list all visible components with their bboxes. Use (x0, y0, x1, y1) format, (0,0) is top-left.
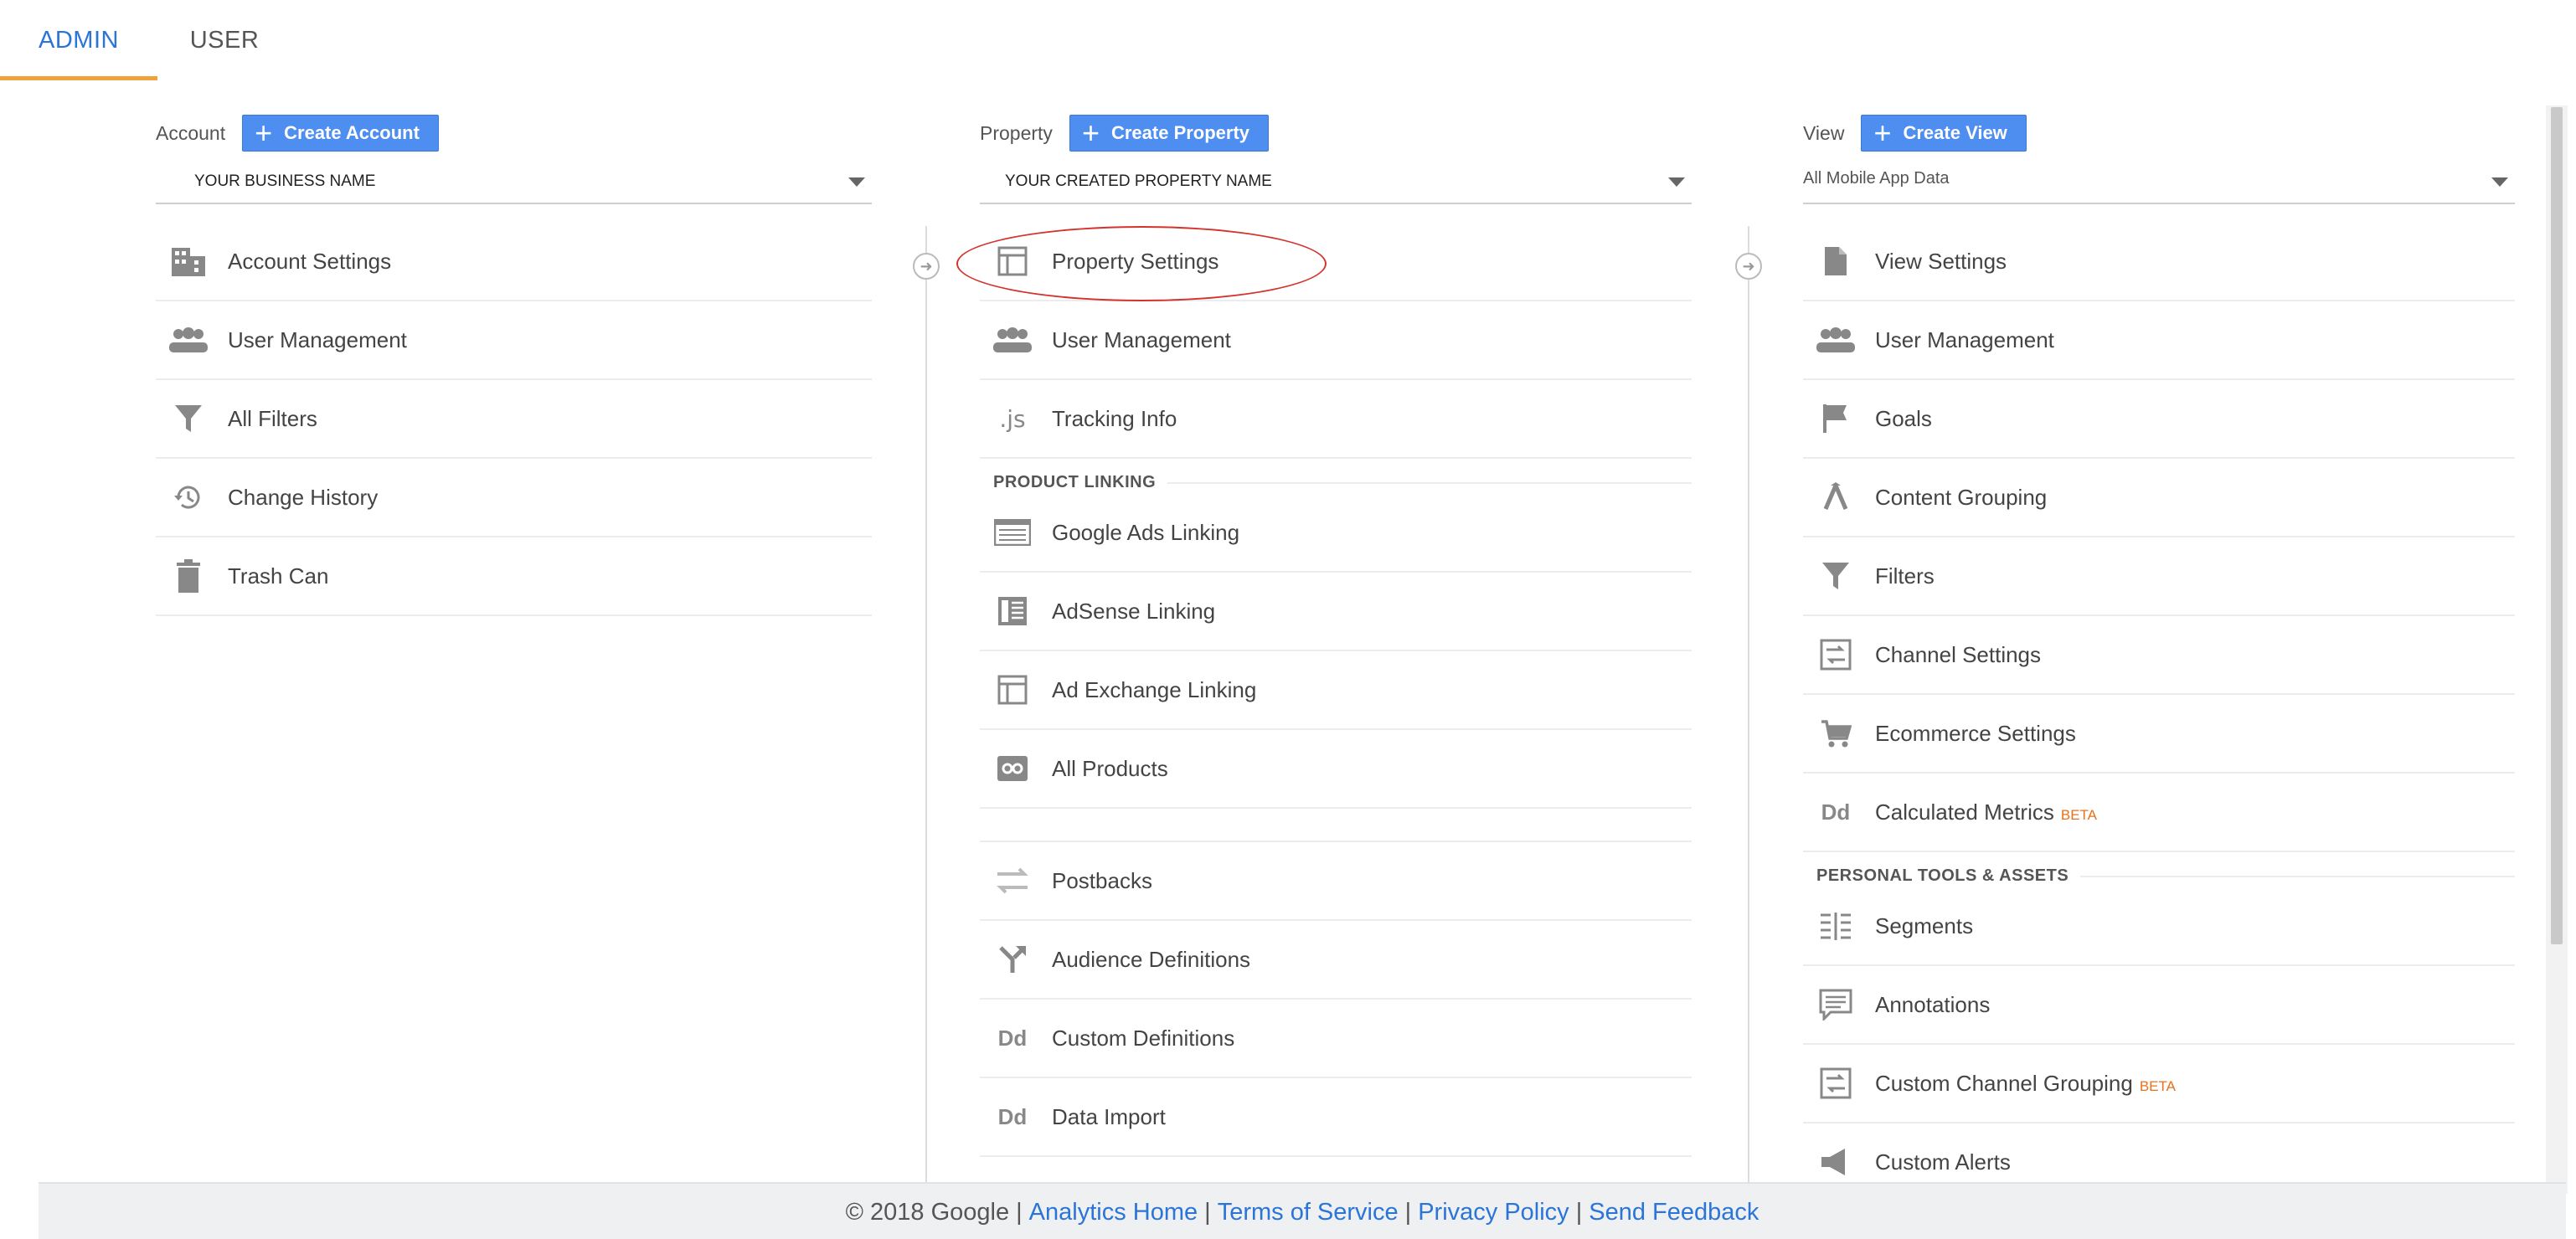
footer-link-privacy[interactable]: Privacy Policy (1418, 1199, 1569, 1226)
section-spacer (980, 809, 1692, 842)
account-column: Account + Create Account YOUR BUSINESS N… (156, 114, 872, 616)
dd-icon: Dd (997, 1025, 1028, 1051)
filter-icon (169, 399, 208, 438)
arrow-right-icon: ➜ (913, 253, 940, 280)
footer: © 2018 Google | Analytics Home | Terms of Se… (39, 1182, 2566, 1239)
create-account-button[interactable]: + Create Account (242, 115, 439, 152)
trash-icon (169, 557, 208, 595)
people-icon (993, 321, 1032, 359)
footer-link-analytics-home[interactable]: Analytics Home (1029, 1199, 1198, 1226)
footer-link-terms[interactable]: Terms of Service (1218, 1199, 1399, 1226)
people-icon (169, 321, 208, 359)
fork-icon (993, 940, 1032, 979)
dd-icon: Dd (997, 1103, 1028, 1129)
account-label: Account (156, 121, 226, 144)
menu-item-change-history[interactable]: Change History (156, 459, 872, 537)
link-icon (993, 749, 1032, 788)
view-label: View (1803, 121, 1845, 144)
beta-badge: BETA (2139, 1077, 2176, 1094)
property-selector[interactable]: YOUR CREATED PROPERTY NAME (980, 164, 1692, 204)
view-selected: All Mobile App Data (1803, 169, 1950, 188)
plus-icon: + (1873, 116, 1892, 150)
menu-item-user-management[interactable]: User Management (1803, 301, 2515, 380)
menu-item-segments[interactable]: Segments (1803, 887, 2515, 966)
footer-copyright: © 2018 Google (845, 1199, 1010, 1226)
caret-down-icon (1668, 177, 1685, 187)
menu-item-channel-settings[interactable]: Channel Settings (1803, 616, 2515, 695)
section-product-linking: PRODUCT LINKING (980, 459, 1692, 494)
menu-item-all-products[interactable]: All Products (980, 730, 1692, 809)
menu-item-goals[interactable]: Goals (1803, 380, 2515, 459)
plus-icon: + (1081, 116, 1100, 150)
tab-admin[interactable]: ADMIN (0, 0, 157, 80)
menu-item-tracking-info[interactable]: .js Tracking Info (980, 380, 1692, 459)
menu-item-custom-channel-grouping[interactable]: Custom Channel Grouping BETA (1803, 1045, 2515, 1123)
beta-badge: BETA (2060, 806, 2097, 823)
caret-down-icon (848, 177, 865, 187)
adsense-icon (993, 592, 1032, 630)
cart-icon (1816, 714, 1855, 753)
create-view-button[interactable]: + Create View (1861, 115, 2027, 152)
view-selector[interactable]: All Mobile App Data (1803, 164, 2515, 204)
swap-icon (993, 861, 1032, 900)
menu-item-ad-exchange-linking[interactable]: Ad Exchange Linking (980, 651, 1692, 730)
menu-item-trash-can[interactable]: Trash Can (156, 537, 872, 616)
property-selected: YOUR CREATED PROPERTY NAME (1005, 172, 1272, 190)
comment-icon (1816, 985, 1855, 1024)
file-icon (1816, 242, 1855, 280)
menu-item-all-filters[interactable]: All Filters (156, 380, 872, 459)
dd-icon: Dd (1821, 799, 1851, 825)
caret-down-icon (2491, 177, 2508, 187)
menu-item-user-management[interactable]: User Management (980, 301, 1692, 380)
menu-item-content-grouping[interactable]: Content Grouping (1803, 459, 2515, 537)
menu-item-view-settings[interactable]: View Settings (1803, 223, 2515, 301)
tab-user[interactable]: USER (157, 0, 291, 80)
plus-icon: + (255, 116, 273, 150)
account-selector[interactable]: YOUR BUSINESS NAME (156, 164, 872, 204)
history-icon (169, 478, 208, 517)
filter-icon (1816, 557, 1855, 595)
channel-icon (1816, 635, 1855, 674)
flag-icon (1816, 399, 1855, 438)
menu-item-custom-definitions[interactable]: Dd Custom Definitions (980, 1000, 1692, 1078)
highlight-ellipse (956, 226, 1327, 301)
adx-icon (993, 671, 1032, 709)
create-property-button[interactable]: + Create Property (1069, 115, 1270, 152)
menu-item-google-ads-linking[interactable]: Google Ads Linking (980, 494, 1692, 573)
admin-tabs: ADMIN USER (0, 0, 2576, 80)
menu-item-account-settings[interactable]: Account Settings (156, 223, 872, 301)
menu-item-filters[interactable]: Filters (1803, 537, 2515, 616)
section-personal-tools: PERSONAL TOOLS & ASSETS (1803, 852, 2515, 887)
scrollbar-thumb[interactable] (2551, 107, 2563, 944)
menu-item-postbacks[interactable]: Postbacks (980, 842, 1692, 921)
arrow-right-icon: ➜ (1735, 253, 1762, 280)
footer-link-feedback[interactable]: Send Feedback (1589, 1199, 1759, 1226)
menu-item-adsense-linking[interactable]: AdSense Linking (980, 573, 1692, 651)
menu-item-data-import[interactable]: Dd Data Import (980, 1078, 1692, 1157)
js-icon: .js (999, 404, 1026, 433)
menu-item-ecommerce-settings[interactable]: Ecommerce Settings (1803, 695, 2515, 774)
column-divider (1748, 226, 1749, 1197)
menu-item-annotations[interactable]: Annotations (1803, 966, 2515, 1045)
view-column: View + Create View All Mobile App Data V… (1803, 114, 2515, 1202)
column-divider (925, 226, 927, 1197)
account-selected: YOUR BUSINESS NAME (194, 172, 376, 190)
channel-icon (1816, 1064, 1855, 1103)
ads-icon (993, 513, 1032, 552)
building-icon (169, 242, 208, 280)
segments-icon (1816, 907, 1855, 945)
menu-item-calculated-metrics[interactable]: Dd Calculated Metrics BETA (1803, 774, 2515, 852)
megaphone-icon (1816, 1143, 1855, 1181)
menu-item-audience-definitions[interactable]: Audience Definitions (980, 921, 1692, 1000)
people-icon (1816, 321, 1855, 359)
property-label: Property (980, 121, 1053, 144)
grouping-icon (1816, 478, 1855, 517)
menu-item-user-management[interactable]: User Management (156, 301, 872, 380)
